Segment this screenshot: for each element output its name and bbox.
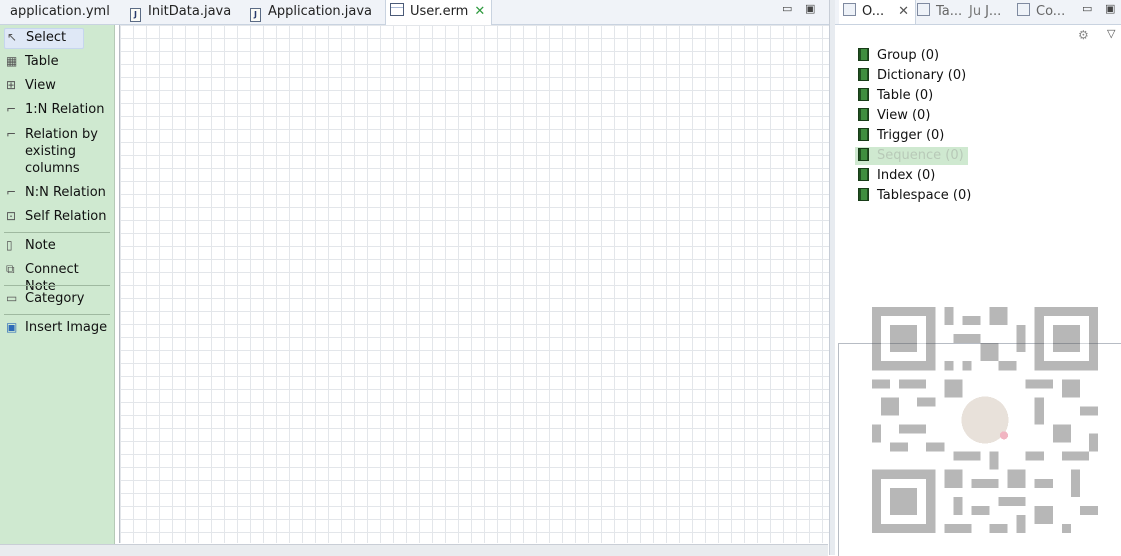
tab-label: Co... xyxy=(1036,4,1066,19)
folder-icon xyxy=(858,108,869,121)
horizontal-scrollbar[interactable] xyxy=(0,544,828,556)
tab-outline[interactable]: O... ✕ xyxy=(839,0,916,24)
tab-label: application.yml xyxy=(10,4,110,19)
relation-icon: ⌐ xyxy=(6,102,17,116)
outline-item-dictionary[interactable]: Dictionary (0) xyxy=(855,67,970,85)
outline-item-group[interactable]: Group (0) xyxy=(855,47,943,65)
palette-label: Note xyxy=(25,238,56,253)
palette-separator xyxy=(4,232,110,233)
minimize-icon[interactable]: ▭ xyxy=(1082,2,1092,15)
palette-label: 1:N Relation xyxy=(25,102,105,117)
tab-label: User.erm xyxy=(410,4,469,19)
outline-item-view[interactable]: View (0) xyxy=(855,107,934,125)
palette-item-note[interactable]: ▯ Note xyxy=(4,237,110,255)
palette-item-view[interactable]: ⊞ View xyxy=(4,77,110,95)
outline-item-sequence[interactable]: Sequence (0) xyxy=(855,147,968,165)
palette-label: View xyxy=(25,78,56,93)
palette-label: Relation by existing columns xyxy=(25,127,99,176)
outline-item-index[interactable]: Index (0) xyxy=(855,167,939,185)
image-icon: ▣ xyxy=(6,320,18,334)
tab-label: Ta... xyxy=(936,4,963,19)
tab-application-java[interactable]: J Application.java xyxy=(250,0,380,24)
folder-icon xyxy=(858,128,869,141)
table-icon: ▦ xyxy=(6,54,18,68)
relation-icon: ⌐ xyxy=(6,185,17,199)
tab-label: O... xyxy=(862,4,885,19)
close-icon[interactable]: ✕ xyxy=(898,4,909,19)
outline-icon xyxy=(843,3,856,16)
palette-item-select[interactable]: ↖ Select xyxy=(4,28,84,49)
java-file-icon: J xyxy=(250,8,261,22)
view-menu-icon[interactable]: ▽ xyxy=(1107,27,1115,40)
palette-label: N:N Relation xyxy=(25,185,106,200)
maximize-icon[interactable]: ▣ xyxy=(805,2,815,15)
palette-label: Self Relation xyxy=(25,209,107,224)
tasks-icon xyxy=(917,3,930,16)
diagram-canvas[interactable] xyxy=(119,25,829,543)
connect-note-icon: ⧉ xyxy=(6,262,15,276)
palette-separator xyxy=(4,314,110,315)
tab-console[interactable]: Co... xyxy=(1017,0,1073,24)
palette-label: Table xyxy=(25,54,59,69)
maximize-icon[interactable]: ▣ xyxy=(1105,2,1115,15)
pointer-icon: ↖ xyxy=(7,30,18,44)
tab-initdata-java[interactable]: J InitData.java xyxy=(130,0,240,24)
outline-item-table[interactable]: Table (0) xyxy=(855,87,937,105)
console-icon xyxy=(1017,3,1030,16)
palette-label: Insert Image xyxy=(25,320,108,335)
outline-label: Group (0) xyxy=(877,48,940,63)
palette-item-insert-image[interactable]: ▣ Insert Image xyxy=(4,319,110,337)
palette: ↖ Select ▦ Table ⊞ View ⌐ 1:N Relation ⌐… xyxy=(0,25,115,555)
folder-icon xyxy=(858,48,869,61)
editor-tab-bar: application.yml J InitData.java J Applicat… xyxy=(0,0,831,25)
outline-label: Tablespace (0) xyxy=(877,188,972,203)
java-file-icon: J xyxy=(130,8,141,22)
minimize-icon[interactable]: ▭ xyxy=(782,2,792,15)
relation-icon: ⌐ xyxy=(6,127,17,141)
palette-item-relation-by-existing-columns[interactable]: ⌐ Relation by existing columns xyxy=(4,126,110,180)
qr-code-watermark xyxy=(872,307,1098,533)
erm-file-icon xyxy=(390,3,404,16)
palette-item-category[interactable]: ▭ Category xyxy=(4,290,110,308)
outline-label: View (0) xyxy=(877,108,931,123)
outline-label: Dictionary (0) xyxy=(877,68,967,83)
view-icon: ⊞ xyxy=(6,78,17,92)
outline-item-tablespace[interactable]: Tablespace (0) xyxy=(855,187,975,205)
outline-label: Table (0) xyxy=(877,88,934,103)
folder-icon xyxy=(858,68,869,81)
tab-user-erm[interactable]: User.erm ✕ xyxy=(385,0,492,25)
outline-label: Index (0) xyxy=(877,168,936,183)
folder-icon xyxy=(858,88,869,101)
outline-item-trigger[interactable]: Trigger (0) xyxy=(855,127,948,145)
note-icon: ▯ xyxy=(6,238,13,252)
junit-icon: Ju xyxy=(969,4,982,19)
palette-item-self-relation[interactable]: ⊡ Self Relation xyxy=(4,208,110,226)
close-icon[interactable]: ✕ xyxy=(474,0,485,23)
filter-icon[interactable]: ⚙ xyxy=(1078,28,1089,42)
outline-tab-bar: O... ✕ Ta... Ju J... Co... ▭ ▣ xyxy=(835,0,1121,25)
tab-label: InitData.java xyxy=(148,4,232,19)
palette-item-table[interactable]: ▦ Table xyxy=(4,53,110,71)
palette-label: Category xyxy=(25,291,85,306)
folder-icon xyxy=(858,188,869,201)
palette-separator xyxy=(4,285,110,286)
folder-icon xyxy=(858,148,869,161)
palette-item-1n-relation[interactable]: ⌐ 1:N Relation xyxy=(4,101,110,119)
folder-icon xyxy=(858,168,869,181)
tab-label: Application.java xyxy=(268,4,373,19)
palette-item-connect-note[interactable]: ⧉ Connect Note xyxy=(4,261,110,294)
tab-tasks[interactable]: Ta... xyxy=(917,0,967,24)
palette-item-nn-relation[interactable]: ⌐ N:N Relation xyxy=(4,184,110,202)
outline-label: Trigger (0) xyxy=(877,128,945,143)
outline-label: Sequence (0) xyxy=(877,148,964,163)
category-icon: ▭ xyxy=(6,291,18,305)
tab-label: J... xyxy=(985,4,1002,19)
self-relation-icon: ⊡ xyxy=(6,209,17,223)
tab-junit[interactable]: Ju J... xyxy=(969,0,1019,24)
tab-application-yml[interactable]: application.yml xyxy=(0,0,120,24)
palette-label: Select xyxy=(26,30,67,45)
